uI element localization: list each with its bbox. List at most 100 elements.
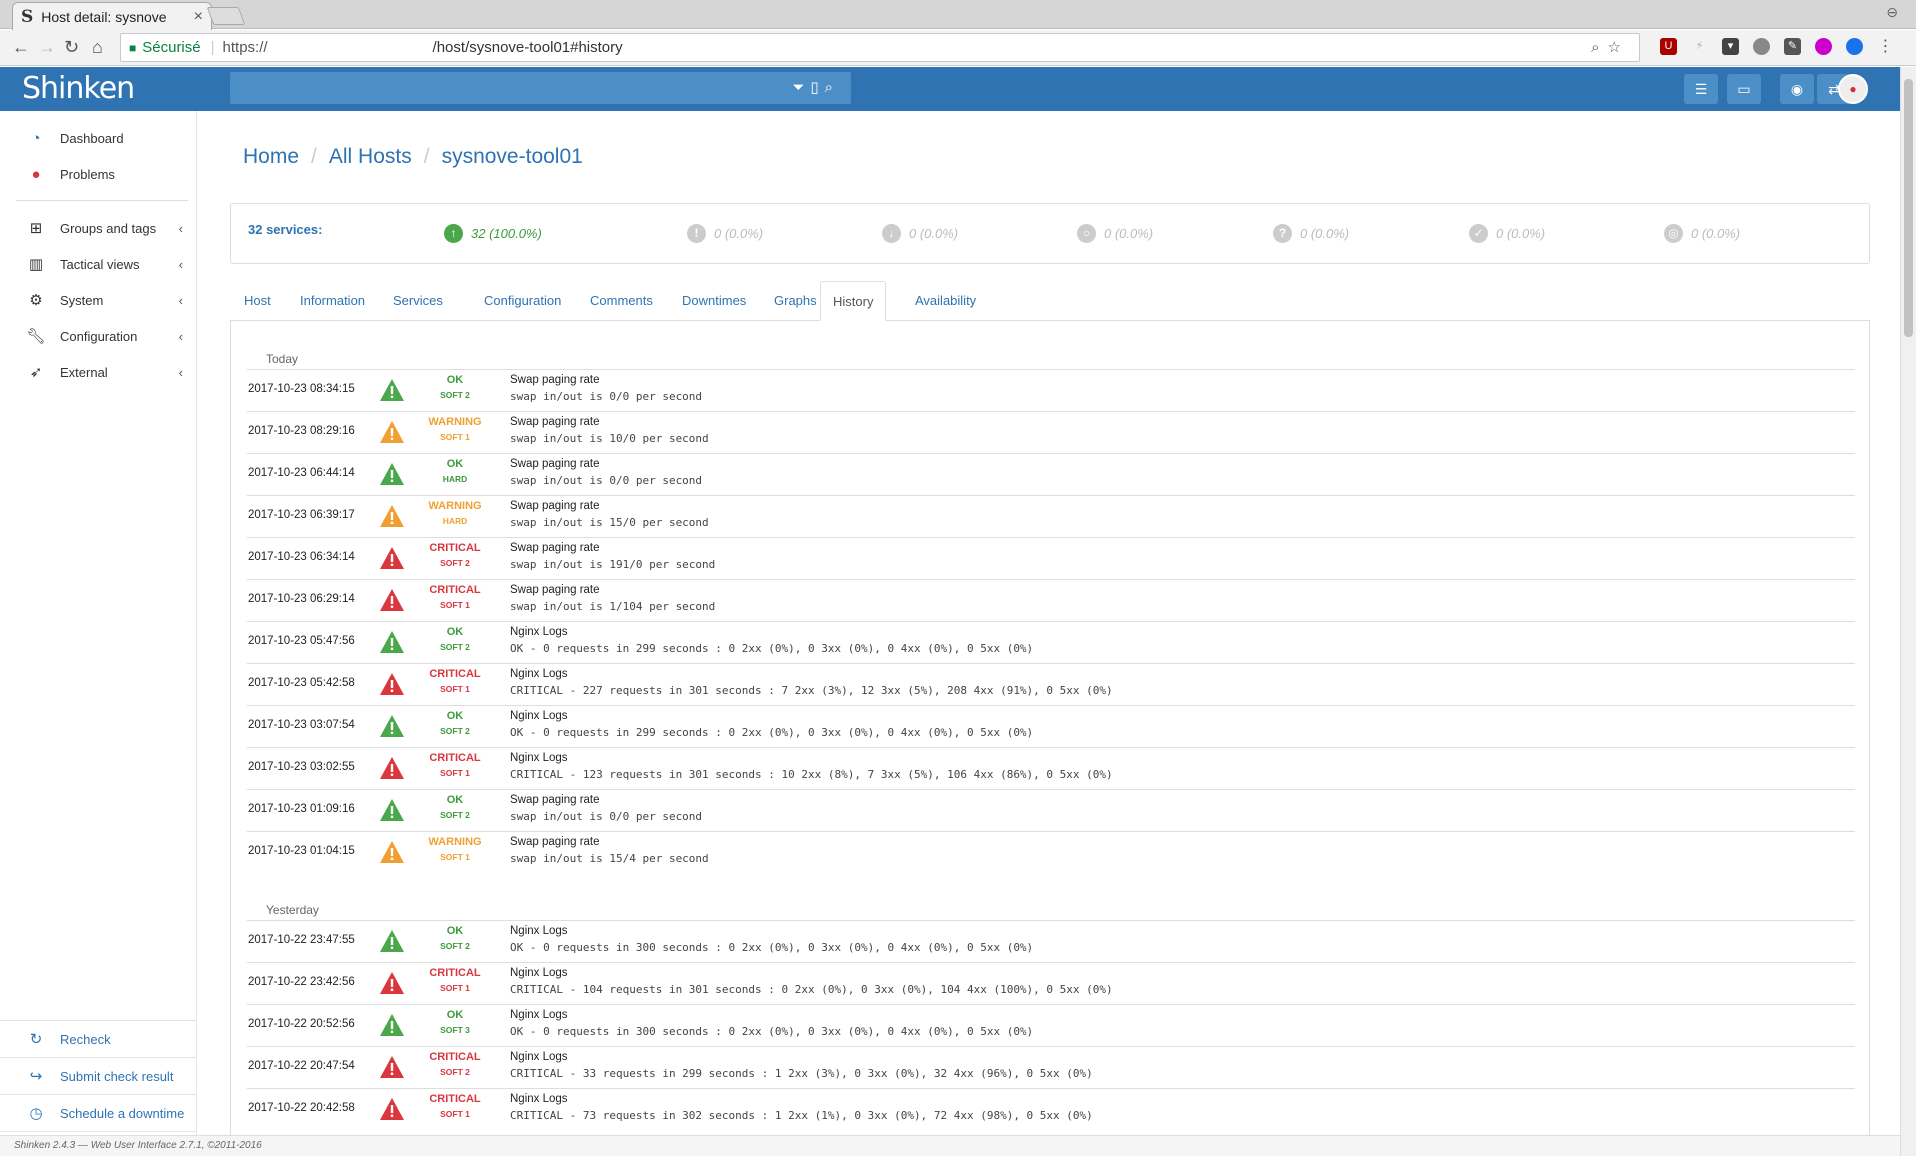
stat-critical[interactable]: ↓ 0 (0.0%) [882,224,958,243]
stat-ack[interactable]: ✓ 0 (0.0%) [1469,224,1545,243]
history-service[interactable]: Nginx Logs [510,752,568,764]
history-row: 2017-10-22 20:52:56 OK SOFT 3 Nginx Logs OK … [247,1004,1855,1046]
sidebar-item-label: External [60,364,108,380]
history-service[interactable]: Nginx Logs [510,710,568,722]
app-logo[interactable]: Shinken [22,71,135,106]
sidebar-item-label: Dashboard [60,130,124,146]
tab-graphs[interactable]: Graphs [762,281,829,321]
services-count-label[interactable]: 32 services: [248,222,322,237]
sidebar-item-external[interactable]: ➶ External ‹ [0,354,197,390]
history-row: 2017-10-23 03:02:55 CRITICAL SOFT 1 Nginx L… [247,747,1855,789]
host-tabs: Host Information Services Configuration … [230,281,1870,321]
history-row: 2017-10-22 23:42:56 CRITICAL SOFT 1 Nginx L… [247,962,1855,1004]
history-service[interactable]: Swap paging rate [510,542,600,554]
history-service[interactable]: Swap paging rate [510,458,600,470]
warning-triangle-icon [379,377,405,403]
zoom-star-icons[interactable]: ⌕☆ [1591,38,1629,56]
flash-icon[interactable]: ⚡ [1691,38,1708,55]
history-state-type: SOFT 2 [440,390,470,400]
back-icon[interactable]: ← [12,37,30,58]
search-input[interactable]: ⏷▯⌕ [230,72,851,104]
stat-warning[interactable]: ! 0 (0.0%) [687,224,763,243]
home-icon[interactable]: ⌂ [92,37,103,58]
search-tools-icons[interactable]: ⏷▯⌕ [792,78,839,96]
tab-host[interactable]: Host [232,281,283,321]
share-icon: ↪ [29,1068,43,1085]
sidebar-item-groups[interactable]: ⊞ Groups and tags ‹ [0,210,197,246]
chevron-left-icon: ‹ [178,328,183,344]
tab-comments[interactable]: Comments [578,281,665,321]
sidebar-item-tactical-views[interactable]: ▥ Tactical views ‹ [0,246,197,282]
breadcrumb: Home / All Hosts / sysnove-tool01 [243,145,583,169]
browser-tab[interactable]: S Host detail: sysnove × [12,2,212,30]
history-date: 2017-10-23 06:44:14 [248,467,355,479]
extension-blue-icon[interactable] [1846,38,1863,55]
history-state: OK [446,626,464,638]
pocket-icon[interactable]: ▾ [1722,38,1739,55]
history-state-type: SOFT 1 [440,432,470,442]
profile-icon[interactable]: ⊖ [1886,4,1898,21]
history-state: WARNING [428,416,482,428]
ublock-icon[interactable]: U [1660,38,1677,55]
history-service[interactable]: Nginx Logs [510,925,568,937]
history-service[interactable]: Nginx Logs [510,626,568,638]
new-tab-button[interactable] [206,7,246,25]
stat-pending[interactable]: ○ 0 (0.0%) [1077,224,1153,243]
page-scrollbar[interactable] [1900,67,1916,1156]
sidebar-item-system[interactable]: ⚙ System ‹ [0,282,197,318]
history-service[interactable]: Nginx Logs [510,1093,568,1105]
reload-icon[interactable]: ↻ [64,37,79,58]
history-service[interactable]: Swap paging rate [510,500,600,512]
breadcrumb-all-hosts[interactable]: All Hosts [329,145,412,168]
host-actions: ↻ Recheck ↪ Submit check result ◷ Schedu… [0,1020,197,1132]
stat-downtime[interactable]: ◎ 0 (0.0%) [1664,224,1740,243]
history-date: 2017-10-23 05:47:56 [248,635,355,647]
eye-button[interactable]: ◉ [1780,74,1814,104]
history-row: 2017-10-23 08:29:16 WARNING SOFT 1 Swap pag… [247,411,1855,453]
history-service[interactable]: Swap paging rate [510,584,600,596]
url-input[interactable]: ■ Sécurisé | https:// /host/sysnove-tool… [120,33,1640,62]
submit-check-result-button[interactable]: ↪ Submit check result [0,1058,197,1095]
history-row: 2017-10-23 03:07:54 OK SOFT 2 Nginx Logs OK … [247,705,1855,747]
close-tab-icon[interactable]: × [194,8,203,26]
tab-services[interactable]: Services [381,281,455,321]
sidebar-item-configuration[interactable]: 🔧︎ Configuration ‹ [0,318,197,354]
menu-icon[interactable]: ⋮ [1877,38,1894,55]
history-output: CRITICAL - 227 requests in 301 seconds :… [510,684,1113,697]
tab-information[interactable]: Information [288,281,377,321]
history-service[interactable]: Nginx Logs [510,1009,568,1021]
tab-configuration[interactable]: Configuration [472,281,573,321]
extension-badge-icon[interactable]: ✎ [1784,38,1801,55]
tab-history[interactable]: History [820,281,887,321]
stat-ok[interactable]: ↑ 32 (100.0%) [444,224,542,243]
tab-downtimes[interactable]: Downtimes [670,281,758,321]
history-service[interactable]: Swap paging rate [510,416,600,428]
recheck-button[interactable]: ↻ Recheck [0,1021,197,1058]
list-view-button[interactable]: ☰ [1684,74,1718,104]
forward-icon[interactable]: → [38,37,56,58]
breadcrumb-home[interactable]: Home [243,145,299,168]
history-service[interactable]: Nginx Logs [510,1051,568,1063]
warning-triangle-icon [379,419,405,445]
inbox-button[interactable]: ▭ [1727,74,1761,104]
avatar[interactable]: ● [1838,74,1868,104]
schedule-downtime-button[interactable]: ◷ Schedule a downtime [0,1095,197,1132]
history-service[interactable]: Swap paging rate [510,374,600,386]
history-service[interactable]: Nginx Logs [510,967,568,979]
stat-unknown[interactable]: ? 0 (0.0%) [1273,224,1349,243]
scrollbar-thumb[interactable] [1904,79,1913,337]
extension-gray-icon[interactable] [1753,38,1770,55]
history-output: swap in/out is 1/104 per second [510,600,716,613]
breadcrumb-host[interactable]: sysnove-tool01 [442,145,583,168]
sidebar-item-problems[interactable]: ● Problems [0,156,197,192]
url-separator: | [210,39,215,56]
history-state-type: SOFT 2 [440,642,470,652]
tab-availability[interactable]: Availability [903,281,988,321]
color-picker-icon[interactable] [1815,38,1832,55]
history-service[interactable]: Swap paging rate [510,836,600,848]
history-service[interactable]: Swap paging rate [510,794,600,806]
sidebar-item-dashboard[interactable]: ◔ Dashboard [0,120,197,156]
history-service[interactable]: Nginx Logs [510,668,568,680]
sidebar-item-label: Tactical views [60,256,140,272]
history-row: 2017-10-23 06:44:14 OK HARD Swap paging rat… [247,453,1855,495]
